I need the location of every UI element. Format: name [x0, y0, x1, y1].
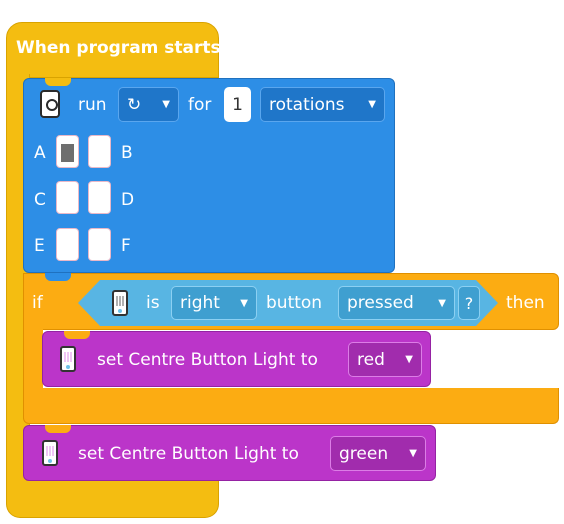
port-label-c: C — [34, 190, 46, 210]
then-label: then — [506, 293, 545, 313]
port-label-a: A — [34, 143, 46, 163]
port-label-b: B — [121, 143, 133, 163]
chevron-down-icon: ▼ — [409, 448, 417, 459]
port-label-e: E — [34, 236, 45, 256]
light-color-dropdown[interactable]: red ▼ — [348, 342, 422, 377]
if-block-end — [23, 388, 559, 424]
question-mark: ? — [458, 286, 480, 320]
set-light-label: set Centre Button Light to — [97, 350, 318, 370]
block-notch — [45, 273, 71, 281]
unit-value: rotations — [269, 94, 345, 115]
unit-dropdown[interactable]: rotations ▼ — [260, 87, 385, 122]
chevron-down-icon: ▼ — [162, 99, 170, 110]
event-block-end — [6, 478, 219, 518]
chevron-down-icon: ▼ — [438, 297, 446, 309]
event-title: When program starts — [16, 38, 221, 58]
hub-icon — [112, 290, 128, 316]
motor-icon — [40, 90, 60, 118]
block-notch — [45, 425, 71, 433]
if-block-arm — [23, 326, 43, 392]
button-state-value: pressed — [347, 293, 414, 313]
direction-dropdown[interactable]: ↻ ▼ — [118, 87, 179, 122]
rotate-clockwise-icon: ↻ — [127, 94, 142, 115]
button-side-dropdown[interactable]: right ▼ — [171, 286, 257, 320]
chevron-down-icon: ▼ — [240, 297, 248, 309]
button-side-value: right — [180, 293, 220, 313]
for-label: for — [188, 95, 212, 115]
hub-light-icon — [60, 346, 76, 372]
set-light-label: set Centre Button Light to — [78, 444, 299, 464]
run-label: run — [78, 95, 107, 115]
if-label: if — [32, 293, 43, 313]
light-color-value: green — [339, 443, 389, 464]
amount-input[interactable]: 1 — [224, 87, 251, 122]
block-notch — [45, 78, 71, 86]
button-state-dropdown[interactable]: pressed ▼ — [338, 286, 455, 320]
port-label-f: F — [121, 236, 131, 256]
port-f-toggle[interactable] — [88, 228, 111, 261]
port-e-toggle[interactable] — [56, 228, 79, 261]
block-notch — [64, 331, 90, 339]
port-d-toggle[interactable] — [88, 181, 111, 214]
port-b-toggle[interactable] — [88, 135, 111, 168]
chevron-down-icon: ▼ — [368, 99, 376, 110]
port-a-toggle[interactable] — [56, 135, 79, 168]
button-label: button — [266, 293, 323, 313]
chevron-down-icon: ▼ — [405, 354, 413, 365]
is-label: is — [146, 293, 160, 313]
port-c-toggle[interactable] — [56, 181, 79, 214]
port-label-d: D — [121, 190, 135, 210]
hub-light-icon — [42, 440, 58, 466]
light-color-value: red — [357, 349, 385, 370]
light-color-dropdown[interactable]: green ▼ — [330, 436, 426, 471]
